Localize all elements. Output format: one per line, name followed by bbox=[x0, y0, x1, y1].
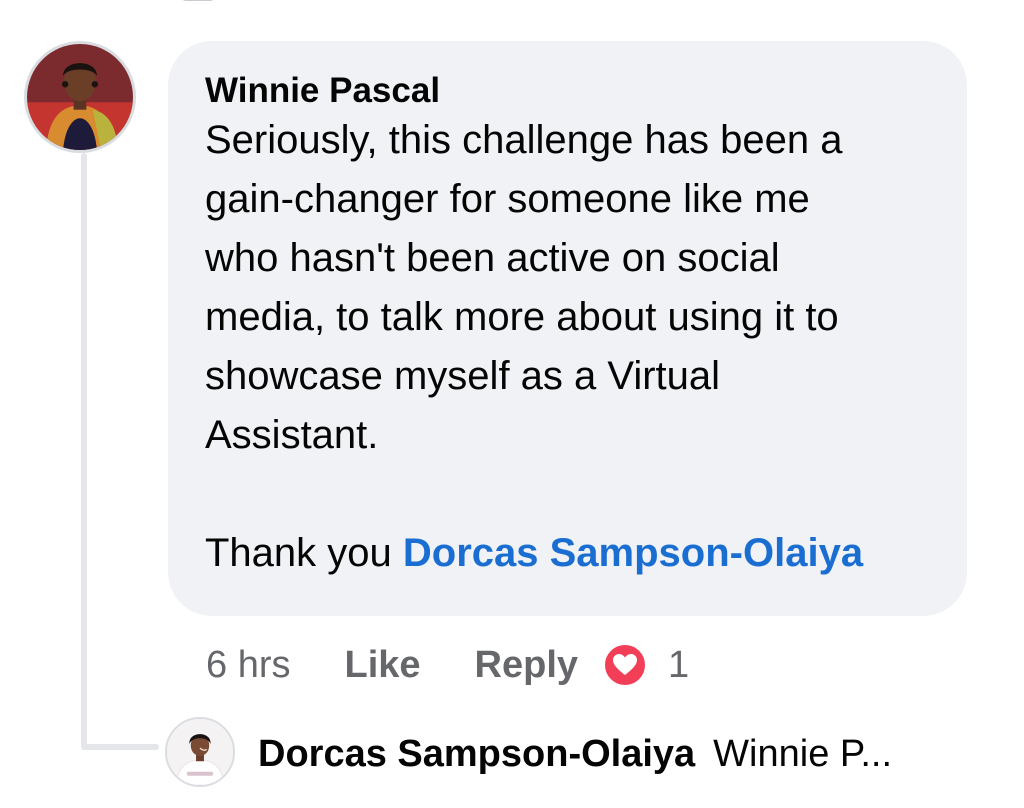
comment-text: Seriously, this challenge has been a gai… bbox=[205, 111, 927, 465]
previous-comment-remnant bbox=[170, 0, 730, 4]
love-reaction-icon[interactable] bbox=[602, 642, 648, 688]
reply-button[interactable]: Reply bbox=[475, 644, 578, 687]
comment-text-line: media, to talk more about using it to bbox=[205, 295, 839, 339]
comment-text-line: showcase myself as a Virtual bbox=[205, 354, 721, 398]
reply-author-avatar[interactable] bbox=[165, 717, 235, 787]
like-button[interactable]: Like bbox=[344, 644, 420, 687]
reply-author-name[interactable]: Dorcas Sampson-Olaiya bbox=[258, 733, 695, 776]
comment-text-line: who hasn't been active on social bbox=[205, 236, 780, 280]
comment-text-line: gain-changer for someone like me bbox=[205, 177, 810, 221]
thread-connector bbox=[81, 744, 159, 750]
comment-text-line: Assistant. bbox=[205, 413, 379, 457]
profile-photo-icon bbox=[167, 719, 233, 785]
comment-thread: Winnie Pascal Seriously, this challenge … bbox=[0, 0, 1024, 808]
comment-timestamp[interactable]: 6 hrs bbox=[206, 644, 290, 687]
commenter-avatar[interactable] bbox=[24, 41, 136, 153]
profile-photo-icon bbox=[27, 44, 133, 150]
thread-line bbox=[81, 153, 87, 750]
comment-author-name[interactable]: Winnie Pascal bbox=[205, 71, 927, 111]
reply-snippet[interactable]: Winnie P... bbox=[713, 733, 892, 776]
comment-thanks-line: Thank you Dorcas Sampson-Olaiya bbox=[205, 524, 927, 583]
comment-bubble: Winnie Pascal Seriously, this challenge … bbox=[168, 41, 967, 616]
mention-link[interactable]: Dorcas Sampson-Olaiya bbox=[403, 531, 863, 575]
comment-actions: 6 hrs Like Reply 1 bbox=[206, 637, 689, 693]
reply-preview[interactable]: Dorcas Sampson-Olaiya Winnie P... bbox=[258, 729, 892, 779]
thanks-text: Thank you bbox=[205, 531, 403, 575]
reaction-count[interactable]: 1 bbox=[668, 644, 689, 687]
comment-text-line: Seriously, this challenge has been a bbox=[205, 118, 843, 162]
